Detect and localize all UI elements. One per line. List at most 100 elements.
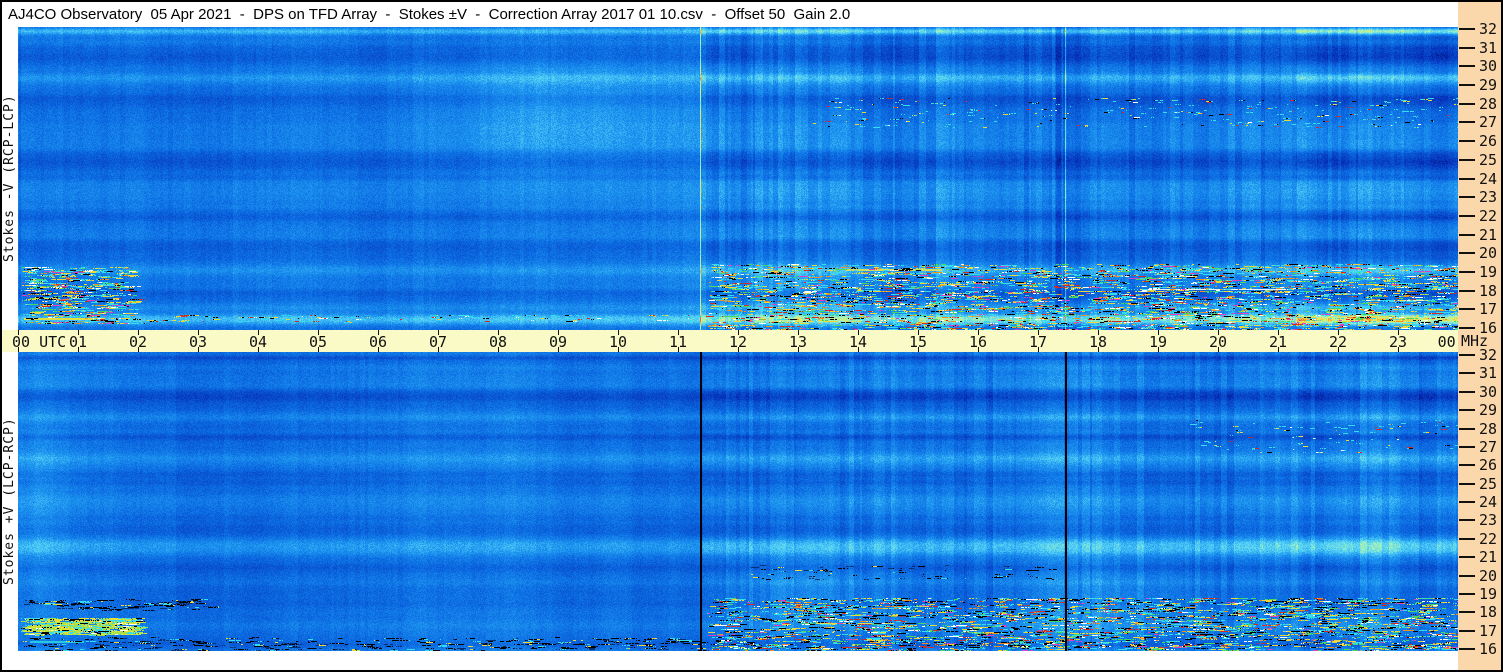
freq-tick-label: 28 bbox=[1479, 95, 1498, 113]
time-tick-label: 13 bbox=[788, 333, 808, 351]
freq-tick bbox=[1459, 556, 1475, 558]
freq-tick bbox=[1459, 121, 1475, 123]
time-tick-label: 12 bbox=[728, 333, 748, 351]
time-tick-label: 11 bbox=[668, 333, 688, 351]
spectrogram-stokes-minus-v bbox=[18, 27, 1458, 330]
time-tick-label: 23 bbox=[1388, 333, 1408, 351]
freq-tick bbox=[1459, 196, 1475, 198]
freq-tick bbox=[1459, 290, 1475, 292]
time-tick-label: 00 UTC bbox=[12, 333, 67, 351]
freq-tick bbox=[1459, 65, 1475, 67]
time-tick-label: 04 bbox=[248, 333, 268, 351]
freq-tick-label: 22 bbox=[1479, 207, 1498, 225]
time-tick-label: 02 bbox=[128, 333, 148, 351]
freq-tick-label: 19 bbox=[1479, 585, 1498, 603]
freq-tick-label: 25 bbox=[1479, 151, 1498, 169]
time-tick-label: 07 bbox=[428, 333, 448, 351]
freq-tick bbox=[1459, 308, 1475, 310]
time-tick-label: 15 bbox=[908, 333, 928, 351]
freq-tick bbox=[1459, 159, 1475, 161]
freq-tick bbox=[1459, 252, 1475, 254]
panel-label-stokes-minus-v: Stokes -V (RCP-LCP) bbox=[2, 94, 17, 263]
freq-tick-label: 20 bbox=[1479, 244, 1498, 262]
freq-tick-label: 26 bbox=[1479, 456, 1498, 474]
time-tick-label: 21 bbox=[1268, 333, 1288, 351]
freq-tick bbox=[1459, 47, 1475, 49]
time-axis: 00 UTC 01 02 03 04 05 06 07 08 09 10 11 12 13 14 15 16 17… bbox=[2, 330, 1459, 352]
freq-tick bbox=[1459, 215, 1475, 217]
time-tick-label: 09 bbox=[548, 333, 568, 351]
freq-tick-label: 18 bbox=[1479, 603, 1498, 621]
time-tick-label: 03 bbox=[188, 333, 208, 351]
time-tick-label: 19 bbox=[1148, 333, 1168, 351]
freq-tick-label: 29 bbox=[1479, 76, 1498, 94]
freq-tick-label: 17 bbox=[1479, 622, 1498, 640]
freq-tick bbox=[1459, 391, 1475, 393]
freq-tick bbox=[1459, 648, 1475, 650]
freq-tick bbox=[1459, 446, 1475, 448]
time-tick-label: 08 bbox=[488, 333, 508, 351]
frequency-unit-label: MHz bbox=[1461, 332, 1489, 350]
freq-tick bbox=[1459, 84, 1475, 86]
time-tick-label: 14 bbox=[848, 333, 868, 351]
time-tick-label: 05 bbox=[308, 333, 328, 351]
freq-tick bbox=[1459, 464, 1475, 466]
freq-tick bbox=[1459, 611, 1475, 613]
freq-tick bbox=[1459, 327, 1475, 329]
freq-tick-label: 20 bbox=[1479, 567, 1498, 585]
freq-tick-label: 27 bbox=[1479, 113, 1498, 131]
freq-tick bbox=[1459, 372, 1475, 374]
freq-tick bbox=[1459, 178, 1475, 180]
freq-tick bbox=[1459, 538, 1475, 540]
freq-tick-label: 24 bbox=[1479, 170, 1498, 188]
time-tick-label: 18 bbox=[1088, 333, 1108, 351]
freq-tick bbox=[1459, 575, 1475, 577]
spectrograph-window: AJ4CO Observatory 05 Apr 2021 - DPS on T… bbox=[0, 0, 1503, 672]
time-tick-label: 01 bbox=[68, 333, 88, 351]
freq-tick bbox=[1459, 483, 1475, 485]
freq-tick-label: 28 bbox=[1479, 420, 1498, 438]
freq-tick bbox=[1459, 28, 1475, 30]
time-tick-label: 00 bbox=[1437, 333, 1456, 351]
time-tick-label: 20 bbox=[1208, 333, 1228, 351]
freq-tick bbox=[1459, 140, 1475, 142]
freq-tick bbox=[1459, 103, 1475, 105]
freq-tick-label: 31 bbox=[1479, 39, 1498, 57]
freq-tick-label: 23 bbox=[1479, 188, 1498, 206]
freq-tick bbox=[1459, 519, 1475, 521]
window-title: AJ4CO Observatory 05 Apr 2021 - DPS on T… bbox=[8, 6, 851, 23]
freq-tick-label: 30 bbox=[1479, 57, 1498, 75]
time-tick-label: 22 bbox=[1328, 333, 1348, 351]
panel-label-stokes-plus-v: Stokes +V (LCP-RCP) bbox=[2, 417, 17, 586]
freq-tick-label: 23 bbox=[1479, 511, 1498, 529]
freq-tick bbox=[1459, 234, 1475, 236]
title-bar: AJ4CO Observatory 05 Apr 2021 - DPS on T… bbox=[2, 2, 1458, 27]
freq-tick-label: 30 bbox=[1479, 383, 1498, 401]
freq-tick-label: 31 bbox=[1479, 364, 1498, 382]
freq-tick-label: 26 bbox=[1479, 132, 1498, 150]
freq-tick bbox=[1459, 271, 1475, 273]
freq-tick-label: 21 bbox=[1479, 226, 1498, 244]
freq-tick-label: 32 bbox=[1479, 20, 1498, 38]
freq-tick bbox=[1459, 501, 1475, 503]
time-tick-label: 17 bbox=[1028, 333, 1048, 351]
freq-tick bbox=[1459, 593, 1475, 595]
freq-tick-label: 18 bbox=[1479, 282, 1498, 300]
bottom-gap bbox=[2, 651, 1458, 670]
freq-tick-label: 16 bbox=[1479, 640, 1498, 658]
freq-tick-label: 25 bbox=[1479, 475, 1498, 493]
freq-tick-label: 29 bbox=[1479, 401, 1498, 419]
spectrogram-stokes-plus-v bbox=[18, 352, 1458, 651]
freq-tick-label: 22 bbox=[1479, 530, 1498, 548]
freq-tick-label: 17 bbox=[1479, 300, 1498, 318]
time-tick-label: 10 bbox=[608, 333, 628, 351]
freq-tick bbox=[1459, 630, 1475, 632]
freq-tick bbox=[1459, 428, 1475, 430]
freq-tick bbox=[1459, 354, 1475, 356]
freq-tick-label: 19 bbox=[1479, 263, 1498, 281]
time-tick-label: 06 bbox=[368, 333, 388, 351]
freq-tick-label: 27 bbox=[1479, 438, 1498, 456]
freq-tick bbox=[1459, 409, 1475, 411]
freq-tick-label: 24 bbox=[1479, 493, 1498, 511]
time-tick-label: 16 bbox=[968, 333, 988, 351]
